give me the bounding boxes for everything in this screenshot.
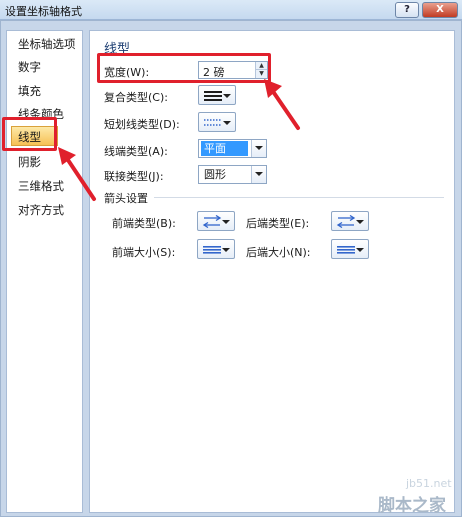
chevron-down-icon — [222, 220, 230, 224]
begin-type-label: 前端类型(B): — [112, 217, 176, 230]
arrow-size-icon — [203, 246, 221, 254]
watermark-name: 脚本之家 — [378, 496, 446, 516]
join-type-value[interactable]: 圆形 — [201, 167, 229, 182]
highlight-box-width — [97, 53, 271, 83]
category-list: 坐标轴选项 数字 填充 线条颜色 线型 阴影 三维格式 对齐方式 — [6, 30, 83, 513]
sidebar-item-axis-options[interactable]: 坐标轴选项 — [7, 34, 82, 54]
join-type-label: 联接类型(J): — [104, 170, 164, 183]
compound-lines-icon — [204, 91, 222, 101]
dashed-line-icon — [204, 119, 222, 126]
chevron-down-icon[interactable] — [251, 166, 266, 183]
chevron-down-icon[interactable] — [251, 140, 266, 157]
chevron-down-icon — [223, 121, 231, 125]
end-size-label: 后端大小(N): — [246, 246, 311, 259]
arrow-size-icon — [337, 246, 355, 254]
chevron-down-icon — [356, 248, 364, 252]
arrow-type-icon — [202, 215, 222, 228]
sidebar-item-number[interactable]: 数字 — [7, 57, 82, 77]
window-title: 设置坐标轴格式 — [5, 5, 82, 18]
group-divider — [154, 197, 444, 198]
cap-type-label: 线端类型(A): — [104, 145, 168, 158]
end-type-button[interactable] — [331, 211, 369, 231]
annotation-arrow-icon — [58, 147, 96, 201]
chevron-down-icon — [356, 220, 364, 224]
sidebar-item-fill[interactable]: 填充 — [7, 81, 82, 101]
title-bar: 设置坐标轴格式 ? X — [0, 0, 462, 20]
compound-type-button[interactable] — [198, 85, 236, 105]
chevron-down-icon — [222, 248, 230, 252]
compound-type-label: 复合类型(C): — [104, 91, 168, 104]
watermark-url: jb51.net — [406, 477, 452, 490]
begin-size-label: 前端大小(S): — [112, 246, 176, 259]
highlight-box-line-style — [2, 117, 57, 151]
dash-type-label: 短划线类型(D): — [104, 118, 180, 131]
chevron-down-icon — [223, 94, 231, 98]
join-type-select[interactable]: 圆形 — [198, 165, 267, 184]
annotation-arrow-icon — [264, 79, 300, 130]
end-type-label: 后端类型(E): — [246, 217, 310, 230]
begin-size-button[interactable] — [197, 239, 235, 259]
cap-type-value[interactable]: 平面 — [201, 141, 248, 156]
close-button[interactable]: X — [422, 2, 458, 18]
arrow-settings-heading: 箭头设置 — [104, 192, 148, 205]
dash-type-button[interactable] — [198, 112, 236, 132]
cap-type-select[interactable]: 平面 — [198, 139, 267, 158]
begin-type-button[interactable] — [197, 211, 235, 231]
end-size-button[interactable] — [331, 239, 369, 259]
help-button[interactable]: ? — [395, 2, 419, 18]
arrow-type-icon — [336, 215, 356, 228]
